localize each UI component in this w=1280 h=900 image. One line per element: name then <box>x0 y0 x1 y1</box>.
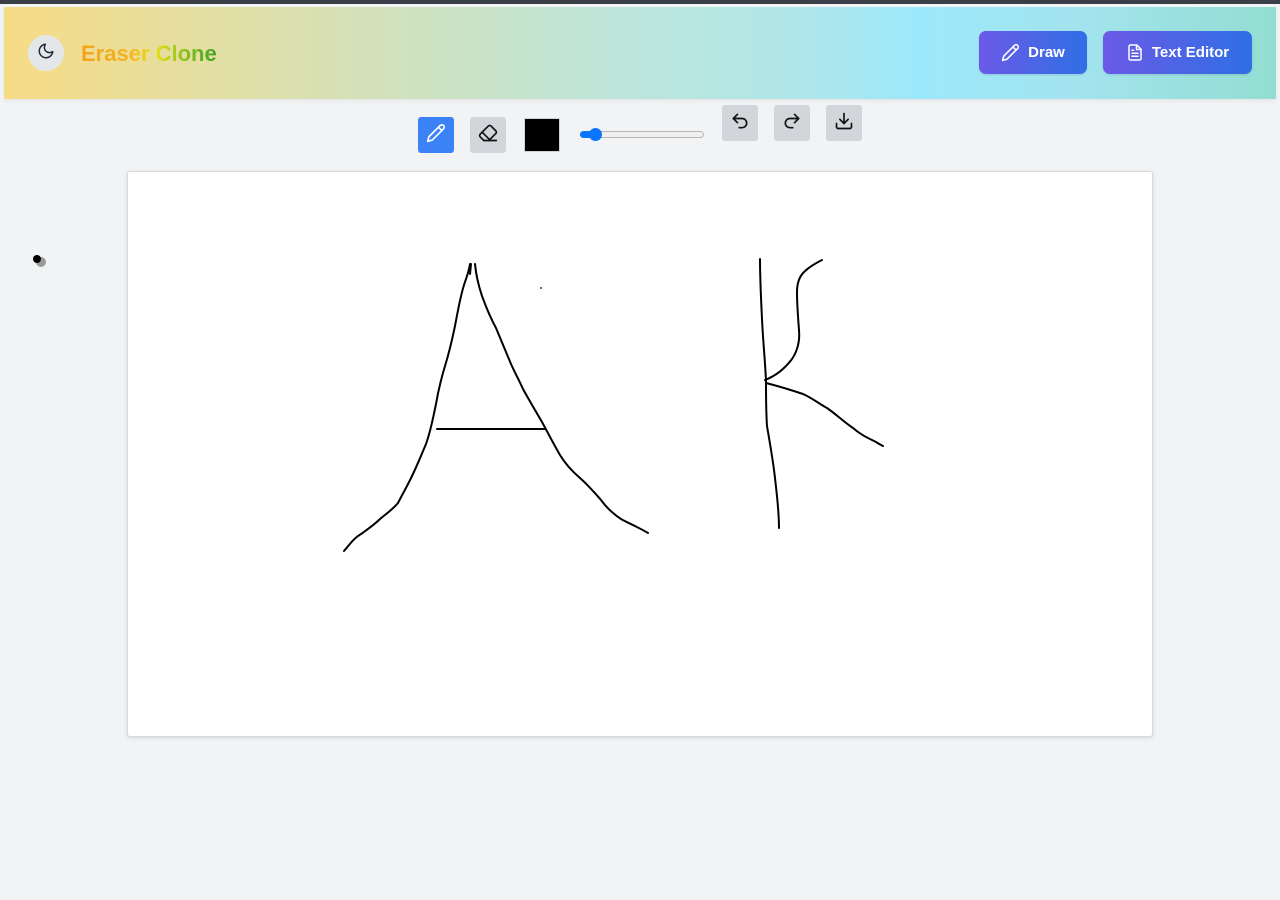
moon-icon <box>37 42 55 65</box>
canvas-strokes <box>343 258 884 552</box>
letter-a-drawing <box>343 263 649 552</box>
slider-thumb[interactable] <box>588 128 602 141</box>
undo-icon <box>730 111 750 136</box>
stroke-color-picker[interactable] <box>524 118 560 152</box>
pencil-icon <box>1001 43 1020 62</box>
letter-k-drawing <box>759 258 884 529</box>
window-top-edge <box>0 0 1280 4</box>
pointer-cursor-indicator <box>30 252 50 272</box>
download-icon <box>834 111 854 136</box>
eraser-tool-button[interactable] <box>470 117 506 153</box>
document-icon <box>1126 43 1144 62</box>
draw-button[interactable]: Draw <box>979 31 1087 74</box>
pencil-tool-button[interactable] <box>418 117 454 153</box>
download-button[interactable] <box>826 105 862 141</box>
undo-button[interactable] <box>722 105 758 141</box>
redo-icon <box>782 111 802 136</box>
stray-dot <box>540 287 542 289</box>
theme-toggle-button[interactable] <box>28 35 64 71</box>
app-title: Eraser Clone <box>81 41 217 66</box>
draw-button-label: Draw <box>1028 44 1065 61</box>
text-editor-button-label: Text Editor <box>1151 44 1230 61</box>
app-header: Eraser Clone Draw Text Editor <box>4 7 1276 99</box>
eraser-icon <box>478 123 498 148</box>
redo-button[interactable] <box>774 105 810 141</box>
drawing-canvas[interactable] <box>127 171 1153 737</box>
text-editor-button[interactable]: Text Editor <box>1103 31 1252 74</box>
pencil-icon <box>426 123 446 148</box>
stroke-width-slider[interactable] <box>580 128 706 141</box>
